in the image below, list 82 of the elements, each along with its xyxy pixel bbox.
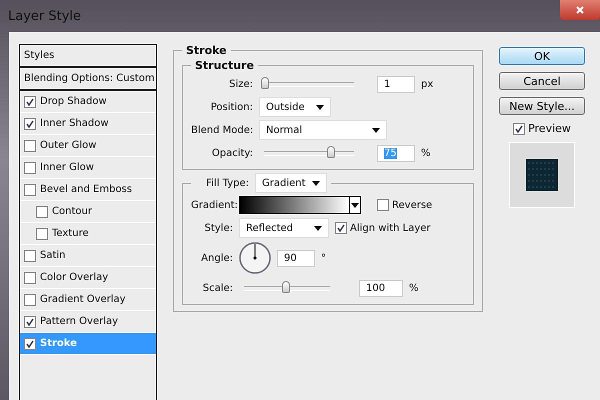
dialog-button[interactable]: New Style... [499, 97, 585, 115]
unit-label: px [421, 78, 434, 90]
style-label: Gradient Overlay [40, 294, 126, 305]
dialog-button[interactable]: Cancel [499, 72, 585, 90]
style-list-item[interactable]: Inner Shadow [20, 113, 156, 135]
caret-icon [372, 128, 380, 132]
group-title: Structure [194, 59, 255, 72]
checkbox[interactable] [24, 272, 36, 284]
style-label: Texture [52, 228, 89, 239]
fill-type-dropdown[interactable]: Gradient [255, 173, 327, 193]
unit-label: % [409, 282, 419, 294]
pattern-swatch-icon [526, 159, 558, 191]
checkbox[interactable] [335, 222, 347, 234]
caret-icon [316, 104, 324, 110]
blend-mode-dropdown[interactable]: Normal [259, 120, 387, 140]
style-list-item[interactable]: Contour [20, 201, 156, 223]
caret-icon [314, 226, 322, 230]
checkbox[interactable] [24, 118, 36, 130]
checkbox[interactable] [24, 96, 36, 108]
checkbox-label: Preview [528, 122, 571, 135]
size-field[interactable]: 1 [377, 76, 415, 92]
checkbox[interactable] [24, 294, 36, 306]
field-label: Blend Mode: [191, 124, 253, 136]
close-button[interactable] [560, 0, 600, 20]
style-label: Outer Glow [40, 140, 96, 151]
style-list-item[interactable]: Color Overlay [20, 267, 156, 289]
checkbox[interactable] [377, 199, 389, 211]
style-list-item[interactable]: Blending Options: Custom [20, 68, 156, 91]
field-label: Style: [204, 222, 233, 234]
field-label: Scale: [202, 282, 233, 294]
style-label: Inner Shadow [40, 118, 109, 129]
style-list-item[interactable]: Satin [20, 245, 156, 267]
checkbox[interactable] [24, 162, 36, 174]
angle-dial[interactable] [239, 242, 271, 274]
position-dropdown[interactable]: Outside [259, 97, 331, 117]
style-label: Stroke [40, 338, 77, 349]
checkbox[interactable] [24, 338, 36, 350]
close-icon [576, 6, 584, 14]
style-list-item[interactable]: Texture [20, 223, 156, 245]
checkbox[interactable] [513, 122, 526, 134]
field-label: Size: [228, 78, 253, 90]
angle-field[interactable]: 90 [277, 250, 315, 266]
caret-icon [312, 180, 320, 186]
window-title: Layer Style [8, 8, 82, 24]
field-label: Fill Type: [205, 178, 249, 188]
style-list-item[interactable]: Inner Glow [20, 157, 156, 179]
checkbox-label: Reverse [392, 200, 432, 210]
scale-field[interactable]: 100 [359, 280, 403, 296]
style-list-item[interactable]: Drop Shadow [20, 91, 156, 113]
style-label: Styles [24, 50, 54, 61]
style-label: Pattern Overlay [40, 316, 118, 327]
checkbox[interactable] [24, 316, 36, 328]
slider-thumb[interactable] [326, 146, 334, 158]
style-label: Contour [52, 206, 92, 217]
field-label: Opacity: [210, 148, 253, 158]
unit-label: % [421, 148, 431, 158]
style-list-item[interactable]: Outer Glow [20, 135, 156, 157]
group-title: Stroke [185, 44, 228, 57]
gradient-picker[interactable] [239, 196, 361, 214]
style-list-item[interactable]: Gradient Overlay [20, 289, 156, 311]
checkbox[interactable] [36, 228, 48, 240]
unit-label: ° [321, 252, 326, 264]
checkbox[interactable] [24, 250, 36, 262]
style-list-item[interactable]: Bevel and Emboss [20, 179, 156, 201]
style-dropdown[interactable]: Reflected [239, 218, 329, 238]
style-list-item[interactable]: Styles [20, 45, 156, 68]
checkbox[interactable] [24, 140, 36, 152]
style-label: Color Overlay [40, 272, 108, 283]
field-label: Angle: [200, 252, 233, 264]
checkbox-label: Align with Layer [350, 222, 431, 234]
dialog-button[interactable]: OK [499, 47, 585, 65]
checkbox[interactable] [36, 206, 48, 218]
field-label: Position: [210, 102, 253, 112]
slider-thumb[interactable] [260, 76, 269, 88]
style-label: Satin [40, 250, 66, 261]
style-label: Blending Options: Custom [24, 73, 155, 84]
style-label: Drop Shadow [40, 96, 107, 107]
slider-thumb[interactable] [282, 280, 290, 292]
style-label: Inner Glow [40, 162, 94, 173]
caret-icon [351, 202, 359, 208]
style-label: Bevel and Emboss [40, 184, 132, 195]
checkbox[interactable] [24, 184, 36, 196]
